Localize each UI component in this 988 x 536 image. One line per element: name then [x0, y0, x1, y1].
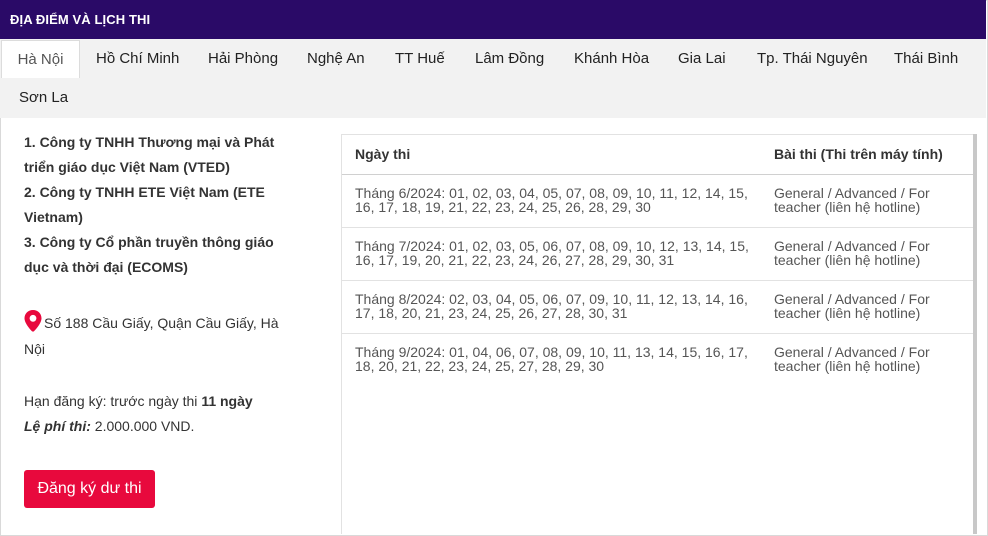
table-row: Tháng 9/2024: 01, 04, 06, 07, 08, 09, 10…	[342, 333, 974, 387]
registration-deadline: Hạn đăng ký: trước ngày thi 11 ngày	[24, 393, 253, 409]
tab-tt-hue[interactable]: TT Huế	[395, 40, 445, 78]
column-header-exam: Bài thi (Thi trên máy tính)	[774, 146, 943, 162]
tab-hai-phong[interactable]: Hải Phòng	[208, 40, 278, 78]
exam-types: General / Advanced / For teacher (liên h…	[774, 238, 930, 268]
city-tabs: Hà Nội Hồ Chí Minh Hải Phòng Nghệ An TT …	[0, 39, 986, 118]
tab-nghe-an[interactable]: Nghệ An	[307, 40, 365, 78]
tab-lam-dong[interactable]: Lâm Đồng	[475, 40, 544, 78]
exam-fee: Lệ phí thi: 2.000.000 VND.	[24, 418, 195, 434]
venue-info: 1. Công ty TNHH Thương mại và Phát triển…	[24, 130, 299, 280]
table-row: Tháng 7/2024: 01, 02, 03, 05, 06, 07, 08…	[342, 227, 974, 281]
company-item: 3. Công ty Cổ phần truyền thông giáo dục…	[24, 234, 274, 275]
tab-son-la[interactable]: Sơn La	[19, 79, 68, 117]
tab-ho-chi-minh[interactable]: Hồ Chí Minh	[96, 40, 179, 78]
tab-khanh-hoa[interactable]: Khánh Hòa	[574, 40, 649, 78]
table-row: Tháng 6/2024: 01, 02, 03, 04, 05, 07, 08…	[342, 174, 974, 228]
section-title: ĐỊA ĐIỂM VÀ LỊCH THI	[0, 0, 986, 39]
company-item: 1. Công ty TNHH Thương mại và Phát triển…	[24, 134, 275, 175]
exam-dates: Tháng 7/2024: 01, 02, 03, 05, 06, 07, 08…	[355, 238, 749, 268]
exam-types: General / Advanced / For teacher (liên h…	[774, 291, 930, 321]
exam-types: General / Advanced / For teacher (liên h…	[774, 185, 930, 215]
tab-tp-thai-nguyen[interactable]: Tp. Thái Nguyên	[757, 40, 868, 78]
tab-ha-noi[interactable]: Hà Nội	[1, 40, 80, 78]
scrollbar[interactable]	[973, 134, 977, 534]
map-pin-icon	[24, 310, 42, 332]
venue-address: Số 188 Cầu Giấy, Quận Cầu Giấy, Hà Nội	[24, 310, 294, 362]
column-header-date: Ngày thi	[355, 146, 411, 162]
exam-dates: Tháng 9/2024: 01, 04, 06, 07, 08, 09, 10…	[355, 344, 748, 374]
exam-types: General / Advanced / For teacher (liên h…	[774, 344, 930, 374]
company-item: 2. Công ty TNHH ETE Việt Nam (ETE Vietna…	[24, 184, 265, 225]
register-button[interactable]: Đăng ký dư thi	[24, 470, 155, 508]
schedule-table: Ngày thi Bài thi (Thi trên máy tính) Thá…	[341, 134, 974, 534]
tab-thai-binh[interactable]: Thái Bình	[894, 40, 958, 78]
exam-dates: Tháng 6/2024: 01, 02, 03, 04, 05, 07, 08…	[355, 185, 748, 215]
tab-gia-lai[interactable]: Gia Lai	[678, 40, 726, 78]
table-row: Tháng 8/2024: 02, 03, 04, 05, 06, 07, 09…	[342, 280, 974, 334]
exam-dates: Tháng 8/2024: 02, 03, 04, 05, 06, 07, 09…	[355, 291, 748, 321]
